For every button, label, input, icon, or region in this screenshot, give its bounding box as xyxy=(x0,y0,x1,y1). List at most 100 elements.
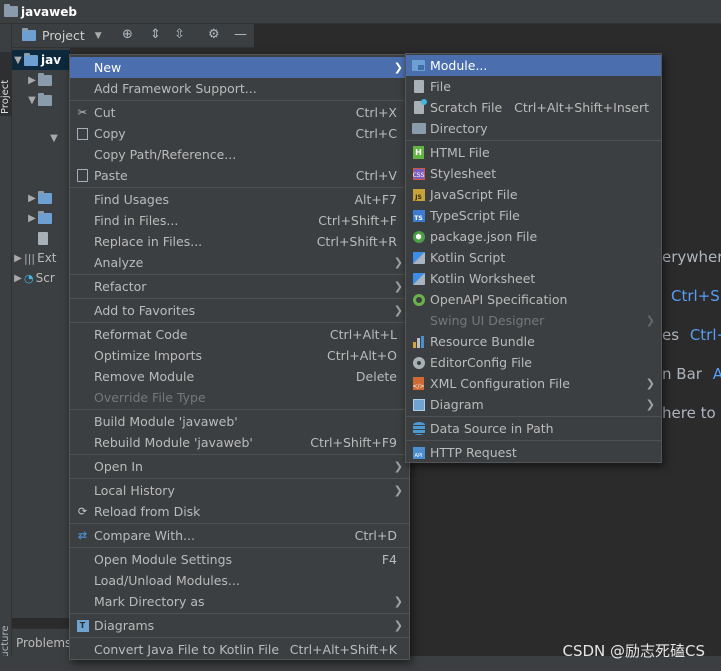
submenu-item-stylesheet[interactable]: CSS Stylesheet xyxy=(406,163,661,184)
locate-icon[interactable]: ⊕ xyxy=(122,27,133,42)
submenu-item-html-file[interactable]: H HTML File xyxy=(406,142,661,163)
project-context-menu: New ❯ Add Framework Support... ✂ Cut Ctr… xyxy=(69,54,410,660)
submenu-item-javascript-file[interactable]: JS JavaScript File xyxy=(406,184,661,205)
tree-row[interactable]: ▶ xyxy=(12,208,70,228)
submenu-item-kotlin-worksheet[interactable]: Kotlin Worksheet xyxy=(406,268,661,289)
editor-hint: es Ctrl+ xyxy=(662,326,721,344)
menu-item-label: Resource Bundle xyxy=(430,334,535,349)
menu-separator xyxy=(70,637,409,638)
chevron-down-icon[interactable]: ▼ xyxy=(26,95,38,106)
menu-item-label: Compare With... xyxy=(94,528,195,543)
tree-root[interactable]: ▼ jav xyxy=(12,50,70,70)
menu-item-local-history[interactable]: Local History ❯ xyxy=(70,480,409,501)
submenu-item-xml-configuration-file[interactable]: </> XML Configuration File ❯ xyxy=(406,373,661,394)
menu-item-add-framework-support[interactable]: Add Framework Support... xyxy=(70,78,409,99)
tree-row[interactable]: ▼ xyxy=(12,128,70,148)
chevron-right-icon: ❯ xyxy=(393,619,403,632)
menu-separator xyxy=(70,100,409,101)
menu-item-shortcut: Delete xyxy=(355,369,397,384)
menu-item-label: Remove Module xyxy=(94,369,195,384)
menu-item-reformat-code[interactable]: Reformat Code Ctrl+Alt+L xyxy=(70,324,409,345)
submenu-item-openapi-specification[interactable]: OpenAPI Specification xyxy=(406,289,661,310)
chevron-right-icon[interactable]: ▶ xyxy=(26,75,38,86)
menu-item-shortcut: Ctrl+Alt+Shift+Insert xyxy=(514,100,649,115)
menu-item-load-unload-modules[interactable]: Load/Unload Modules... xyxy=(70,570,409,591)
submenu-item-kotlin-script[interactable]: Kotlin Script xyxy=(406,247,661,268)
menu-item-analyze[interactable]: Analyze ❯ xyxy=(70,252,409,273)
chevron-down-icon[interactable]: ▼ xyxy=(12,55,24,66)
menu-item-build-module[interactable]: Build Module 'javaweb' xyxy=(70,411,409,432)
tree-item-label: Ext xyxy=(37,251,57,265)
menu-item-cut[interactable]: ✂ Cut Ctrl+X xyxy=(70,102,409,123)
submenu-item-http-request[interactable]: API HTTP Request xyxy=(406,442,661,463)
project-tab-label[interactable]: Project xyxy=(0,54,11,114)
submenu-item-typescript-file[interactable]: TS TypeScript File xyxy=(406,205,661,226)
menu-item-find-usages[interactable]: Find Usages Alt+F7 xyxy=(70,189,409,210)
menu-item-copy-path[interactable]: Copy Path/Reference... xyxy=(70,144,409,165)
menu-item-remove-module[interactable]: Remove Module Delete xyxy=(70,366,409,387)
menu-item-paste[interactable]: Paste Ctrl+V xyxy=(70,165,409,186)
menu-item-shortcut: Ctrl+C xyxy=(355,126,397,141)
menu-item-shortcut: F4 xyxy=(381,552,397,567)
submenu-item-diagram[interactable]: Diagram ❯ xyxy=(406,394,661,415)
menu-item-shortcut: Ctrl+V xyxy=(355,168,397,183)
submenu-item-data-source-in-path[interactable]: Data Source in Path xyxy=(406,418,661,439)
tree-row-scratches[interactable]: ▶ ◔ Scr xyxy=(12,268,70,288)
menu-item-open-in[interactable]: Open In ❯ xyxy=(70,456,409,477)
gear-icon[interactable]: ⚙ xyxy=(208,27,220,42)
chevron-right-icon[interactable]: ▶ xyxy=(12,253,24,264)
chevron-right-icon: ❯ xyxy=(645,398,655,411)
collapse-all-icon[interactable]: ⇳ xyxy=(174,27,185,42)
chevron-right-icon[interactable]: ▶ xyxy=(26,213,38,224)
project-view-selector[interactable]: Project ▼ xyxy=(22,28,102,43)
folder-icon xyxy=(38,92,52,106)
tree-root-label: jav xyxy=(41,53,62,67)
menu-item-diagrams[interactable]: T Diagrams ❯ xyxy=(70,615,409,636)
tree-row[interactable]: ▶ xyxy=(12,70,70,90)
menu-item-replace-in-files[interactable]: Replace in Files... Ctrl+Shift+R xyxy=(70,231,409,252)
menu-item-label: Cut xyxy=(94,105,116,120)
menu-item-refactor[interactable]: Refactor ❯ xyxy=(70,276,409,297)
diagram-icon xyxy=(411,397,426,412)
module-icon xyxy=(411,58,426,73)
nodejs-icon: ⬢ xyxy=(411,229,426,244)
submenu-item-module[interactable]: Module... xyxy=(406,55,661,76)
menu-item-label: TypeScript File xyxy=(430,208,520,223)
window-title: javaweb xyxy=(21,4,77,19)
menu-item-optimize-imports[interactable]: Optimize Imports Ctrl+Alt+O xyxy=(70,345,409,366)
menu-item-mark-directory-as[interactable]: Mark Directory as ❯ xyxy=(70,591,409,612)
expand-all-icon[interactable]: ⇕ xyxy=(150,27,161,42)
submenu-item-resource-bundle[interactable]: Resource Bundle xyxy=(406,331,661,352)
menu-item-reload-from-disk[interactable]: ⟳ Reload from Disk xyxy=(70,501,409,522)
menu-item-add-to-favorites[interactable]: Add to Favorites ❯ xyxy=(70,300,409,321)
submenu-item-swing-ui-designer: Swing UI Designer ❯ xyxy=(406,310,661,331)
menu-separator xyxy=(70,454,409,455)
editorconfig-icon xyxy=(411,355,426,370)
css-icon: CSS xyxy=(411,166,426,181)
submenu-item-package-json[interactable]: ⬢ package.json File xyxy=(406,226,661,247)
submenu-item-scratch-file[interactable]: Scratch File Ctrl+Alt+Shift+Insert xyxy=(406,97,661,118)
menu-item-convert-java-to-kotlin[interactable]: Convert Java File to Kotlin File Ctrl+Al… xyxy=(70,639,409,660)
problems-tab[interactable]: Problems xyxy=(16,636,71,650)
menu-item-new[interactable]: New ❯ xyxy=(70,57,409,78)
javascript-icon: JS xyxy=(411,187,426,202)
tree-row-external-libraries[interactable]: ▶ ||| Ext xyxy=(12,248,70,268)
submenu-item-file[interactable]: File xyxy=(406,76,661,97)
menu-item-open-module-settings[interactable]: Open Module Settings F4 xyxy=(70,549,409,570)
tree-row[interactable]: ▼ xyxy=(12,90,70,110)
submenu-item-directory[interactable]: Directory xyxy=(406,118,661,139)
minimize-icon[interactable]: — xyxy=(234,27,247,42)
chevron-down-icon[interactable]: ▼ xyxy=(48,133,60,144)
menu-item-find-in-files[interactable]: Find in Files... Ctrl+Shift+F xyxy=(70,210,409,231)
chevron-right-icon[interactable]: ▶ xyxy=(12,273,24,284)
tree-row[interactable]: ▶ xyxy=(12,188,70,208)
menu-item-rebuild-module[interactable]: Rebuild Module 'javaweb' Ctrl+Shift+F9 xyxy=(70,432,409,453)
chevron-right-icon[interactable]: ▶ xyxy=(26,193,38,204)
project-icon xyxy=(22,28,36,41)
menu-item-compare-with[interactable]: ⇄ Compare With... Ctrl+D xyxy=(70,525,409,546)
menu-item-copy[interactable]: Copy Ctrl+C xyxy=(70,123,409,144)
menu-item-shortcut: Ctrl+D xyxy=(354,528,397,543)
menu-item-label: Add Framework Support... xyxy=(94,81,257,96)
submenu-item-editorconfig-file[interactable]: EditorConfig File xyxy=(406,352,661,373)
tree-row[interactable] xyxy=(12,228,70,248)
